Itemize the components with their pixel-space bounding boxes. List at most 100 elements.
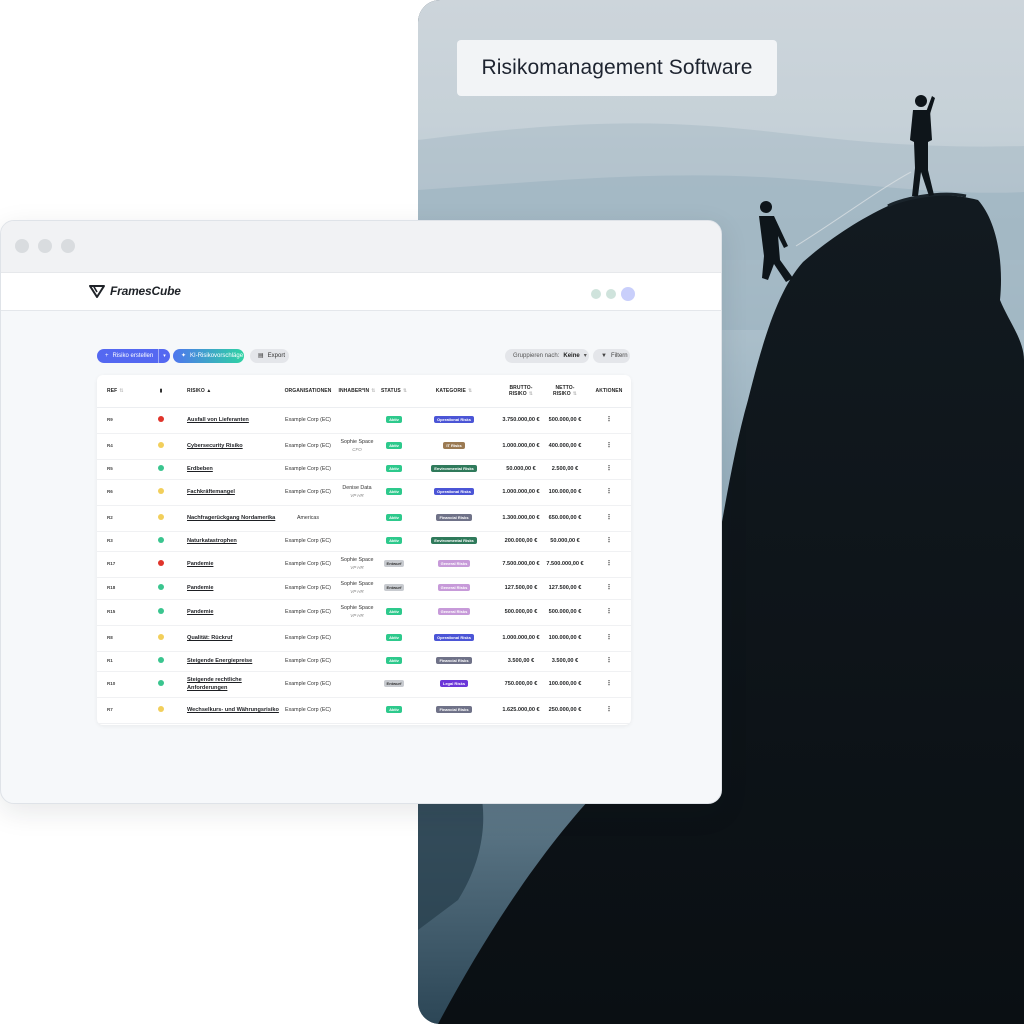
row-actions-menu-icon[interactable]: ⋮	[587, 599, 631, 626]
row-actions-menu-icon[interactable]: ⋮	[587, 505, 631, 532]
column-header-gross-risk[interactable]: BRUTTO-RISIKO ⇅	[499, 375, 543, 408]
risk-name-link[interactable]: Erdbeben	[185, 459, 281, 480]
owner-cell	[335, 459, 379, 480]
risk-level-dot	[158, 559, 164, 566]
row-actions-menu-icon[interactable]: ⋮	[587, 697, 631, 724]
filter-icon: ▼	[601, 353, 607, 359]
row-actions-menu-icon[interactable]: ⋮	[587, 433, 631, 460]
owner-name: Sophie Space	[340, 581, 374, 587]
risk-ref: R2	[97, 505, 137, 532]
create-risk-button[interactable]: + Risiko erstellen ▾	[97, 349, 170, 363]
gross-risk-value: 1.000.000,00 €	[499, 625, 543, 652]
net-risk-value: 100.000,00 €	[543, 479, 587, 506]
category-cell: Financial Risks	[409, 697, 499, 724]
risk-level-cell	[137, 479, 185, 506]
table-row[interactable]: R10 Steigende rechtliche Anforderungen Exa…	[97, 671, 631, 698]
risk-name-link[interactable]: Pandemie	[185, 599, 281, 626]
risk-name-link[interactable]: Steigende rechtliche Anforderungen	[185, 671, 281, 698]
table-row[interactable]: R15 Pandemie Example Corp (EC) Sophie Space…	[97, 599, 631, 626]
category-badge: Operational Risks	[433, 416, 474, 423]
window-control-dot[interactable]	[15, 239, 29, 253]
risk-level-dot	[158, 607, 164, 614]
column-header-risk[interactable]: RISIKO ▲	[185, 375, 281, 408]
column-header-net-risk[interactable]: NETTO-RISIKO ⇅	[543, 375, 587, 408]
risk-level-dot	[158, 679, 164, 686]
risk-name-link[interactable]: Wechselkurs- und Währungsrisiko	[185, 697, 281, 724]
organization-cell: Example Corp (EC)	[281, 459, 335, 480]
category-cell: Operational Risks	[409, 407, 499, 434]
risk-name-link[interactable]: Ausfall von Lieferanten	[185, 407, 281, 434]
row-actions-menu-icon[interactable]: ⋮	[587, 531, 631, 552]
export-button[interactable]: ▤ Export	[250, 349, 289, 363]
column-header-category[interactable]: KATEGORIE ⇅	[409, 375, 499, 408]
filter-button[interactable]: ▼ Filtern	[593, 349, 630, 363]
table-row[interactable]: R2 Nachfragerückgang Nordamerika Americas A…	[97, 505, 631, 532]
table-row[interactable]: R8 Qualität: Rückruf Example Corp (EC) Akti…	[97, 625, 631, 652]
row-actions-menu-icon[interactable]: ⋮	[587, 459, 631, 480]
status-badge: Entwurf	[383, 680, 405, 687]
status-badge: Entwurf	[383, 560, 405, 567]
gross-risk-value: 500.000,00 €	[499, 599, 543, 626]
brand-name: FramesCube	[110, 284, 181, 298]
column-header-level[interactable]: ▮	[137, 375, 185, 408]
row-actions-menu-icon[interactable]: ⋮	[587, 651, 631, 672]
category-cell: General Risks	[409, 577, 499, 600]
net-risk-value: 500.000,00 €	[543, 599, 587, 626]
row-actions-menu-icon[interactable]: ⋮	[587, 479, 631, 506]
status-badge: Aktiv	[386, 634, 402, 641]
row-actions-menu-icon[interactable]: ⋮	[587, 671, 631, 698]
risk-name-link[interactable]: Fachkräftemangel	[185, 479, 281, 506]
chevron-down-icon[interactable]: ▾	[158, 349, 170, 363]
risk-name-link[interactable]: Naturkatastrophen	[185, 531, 281, 552]
row-actions-menu-icon[interactable]: ⋮	[587, 551, 631, 578]
net-risk-value: 3.500,00 €	[543, 651, 587, 672]
create-risk-label: Risiko erstellen	[112, 353, 154, 359]
row-actions-menu-icon[interactable]: ⋮	[587, 625, 631, 652]
net-risk-value: 50.000,00 €	[543, 531, 587, 552]
status-cell: Aktiv	[379, 625, 409, 652]
risk-name-link[interactable]: Nachfragerückgang Nordamerika	[185, 505, 281, 532]
risk-ref: R18	[97, 577, 137, 600]
app-header: FramesCube	[1, 273, 721, 311]
table-row[interactable]: R18 Pandemie Example Corp (EC) Sophie Space…	[97, 577, 631, 600]
risk-level-cell	[137, 577, 185, 600]
row-actions-menu-icon[interactable]: ⋮	[587, 577, 631, 600]
owner-cell: Sophie Space VP HR	[335, 599, 379, 626]
organization-cell: Example Corp (EC)	[281, 671, 335, 698]
column-header-ref[interactable]: REF ⇅	[97, 375, 137, 408]
window-control-dot[interactable]	[38, 239, 52, 253]
row-actions-menu-icon[interactable]: ⋮	[587, 407, 631, 434]
table-row[interactable]: R6 Fachkräftemangel Example Corp (EC) Denis…	[97, 479, 631, 506]
column-header-status[interactable]: STATUS ⇅	[379, 375, 409, 408]
organization-cell: Example Corp (EC)	[281, 407, 335, 434]
brand-logo[interactable]: FramesCube	[89, 284, 181, 298]
table-row[interactable]: R17 Pandemie Example Corp (EC) Sophie Space…	[97, 551, 631, 578]
category-badge: Operational Risks	[433, 634, 474, 641]
column-header-owner[interactable]: INHABER*IN ⇅	[335, 375, 379, 408]
table-row[interactable]: R4 Cybersecurity Risiko Example Corp (EC) S…	[97, 433, 631, 460]
group-by-select[interactable]: Gruppieren nach: Keine ▾	[505, 349, 589, 363]
table-row[interactable]: R3 Naturkatastrophen Example Corp (EC) Akti…	[97, 531, 631, 552]
table-row[interactable]: R7 Wechselkurs- und Währungsrisiko Example…	[97, 697, 631, 724]
avatar[interactable]	[621, 287, 635, 301]
risk-level-dot	[158, 415, 164, 422]
gross-risk-value: 1.300.000,00 €	[499, 505, 543, 532]
ai-suggestions-button[interactable]: ✦ KI-Risikovorschläge	[173, 349, 244, 363]
risk-name-link[interactable]: Qualität: Rückruf	[185, 625, 281, 652]
window-control-dot[interactable]	[61, 239, 75, 253]
risk-name-link[interactable]: Steigende Energiepreise	[185, 651, 281, 672]
status-badge: Aktiv	[386, 706, 402, 713]
category-badge: Operational Risks	[433, 488, 474, 495]
table-row[interactable]: R1 Steigende Energiepreise Example Corp (E…	[97, 651, 631, 672]
category-cell: General Risks	[409, 599, 499, 626]
column-header-organizations[interactable]: ORGANISATIONEN	[281, 375, 335, 408]
table-row[interactable]: R9 Ausfall von Lieferanten Example Corp (E…	[97, 407, 631, 434]
category-cell: Legal Risks	[409, 671, 499, 698]
table-row[interactable]: R5 Erdbeben Example Corp (EC) Aktiv Environm…	[97, 459, 631, 480]
document-icon: ▤	[258, 353, 264, 359]
chevron-down-icon: ▾	[583, 353, 587, 359]
risk-name-link[interactable]: Cybersecurity Risiko	[185, 433, 281, 460]
risk-level-cell	[137, 651, 185, 672]
risk-name-link[interactable]: Pandemie	[185, 551, 281, 578]
risk-name-link[interactable]: Pandemie	[185, 577, 281, 600]
